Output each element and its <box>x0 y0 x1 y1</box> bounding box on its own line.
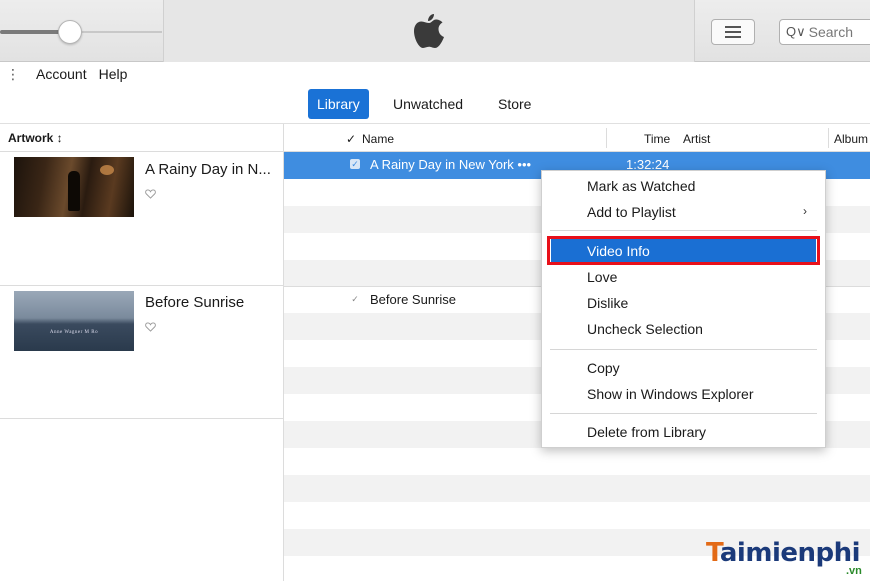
header-name[interactable]: Name <box>362 132 394 146</box>
column-divider[interactable] <box>828 128 829 148</box>
table-row[interactable] <box>284 502 870 529</box>
menu-item-label: Add to Playlist <box>587 204 676 220</box>
menu-item-label: Dislike <box>587 295 629 311</box>
love-heart-icon[interactable] <box>145 189 156 199</box>
row-checkbox[interactable]: ✓ <box>350 159 360 169</box>
watermark-initial: T <box>706 538 720 568</box>
artwork-title: Before Sunrise <box>145 294 245 311</box>
volume-slider-track[interactable] <box>0 30 62 34</box>
menu-item-add-to-playlist[interactable]: Add to Playlist › <box>542 199 825 225</box>
menu-item-show-in-explorer[interactable]: Show in Windows Explorer <box>542 381 825 407</box>
chevron-right-icon: › <box>803 204 807 218</box>
nav-bar: Library Unwatched Store <box>0 86 870 124</box>
watermark-logo: Taimienphi <box>706 538 861 568</box>
header-album[interactable]: Album <box>834 132 868 146</box>
search-field[interactable]: Q∨ Search <box>779 19 870 45</box>
poster-lamp <box>100 165 114 175</box>
tab-unwatched[interactable]: Unwatched <box>384 89 472 119</box>
list-icon <box>725 26 741 38</box>
menu-item-label: Show in Windows Explorer <box>587 386 754 402</box>
artwork-item[interactable]: Anne Wagner M Ro Before Sunrise <box>0 286 284 419</box>
artwork-item[interactable]: A Rainy Day in N... <box>0 153 284 286</box>
menu-item-label: Copy <box>587 360 620 376</box>
menu-item-dislike[interactable]: Dislike <box>542 290 825 316</box>
menu-item-label: Mark as Watched <box>587 178 696 194</box>
header-artist[interactable]: Artist <box>683 132 710 146</box>
poster-caption: Anne Wagner M Ro <box>49 330 99 335</box>
watermark-domain: .vn <box>846 565 862 577</box>
table-row[interactable] <box>284 475 870 502</box>
lcd-display <box>163 0 695 62</box>
poster-figure <box>68 171 80 211</box>
artwork-header[interactable]: Artwork ↕ <box>0 124 283 152</box>
header-time[interactable]: Time <box>644 132 670 146</box>
artwork-column: Artwork ↕ A Rainy Day in N... Anne Wagne… <box>0 124 284 581</box>
track-name: A Rainy Day in New York ••• <box>370 157 532 172</box>
menu-bar: ⋮ Account Help <box>0 62 870 86</box>
apple-logo-icon <box>414 14 444 48</box>
row-checkbox[interactable]: ✓ <box>350 294 360 304</box>
movie-poster-thumbnail[interactable]: Anne Wagner M Ro <box>14 291 134 351</box>
list-view-button[interactable] <box>711 19 755 45</box>
menu-item-label: Uncheck Selection <box>587 321 703 337</box>
table-row[interactable] <box>284 448 870 475</box>
track-name: Before Sunrise <box>370 292 456 307</box>
menu-separator <box>550 413 817 414</box>
volume-slider-knob[interactable] <box>58 20 82 44</box>
highlight-annotation-box <box>547 236 820 265</box>
search-placeholder: Search <box>808 24 853 40</box>
menu-item-delete-from-library[interactable]: Delete from Library <box>542 419 825 445</box>
menu-help[interactable]: Help <box>99 66 128 82</box>
menu-separator <box>550 230 817 231</box>
toolbar: Q∨ Search <box>0 0 870 62</box>
menu-separator <box>550 349 817 350</box>
love-heart-icon[interactable] <box>145 322 156 332</box>
movie-poster-thumbnail[interactable] <box>14 157 134 217</box>
list-header: ✓ Name Time Artist Album <box>284 124 870 152</box>
menu-account[interactable]: Account <box>36 66 87 82</box>
tab-library[interactable]: Library <box>308 89 369 119</box>
column-divider[interactable] <box>606 128 607 148</box>
menu-item-label: Love <box>587 269 618 285</box>
tab-store[interactable]: Store <box>489 89 540 119</box>
menu-overflow-icon[interactable]: ⋮ <box>6 66 20 83</box>
menu-item-copy[interactable]: Copy <box>542 355 825 381</box>
search-icon: Q∨ <box>786 24 806 39</box>
menu-item-love[interactable]: Love <box>542 264 825 290</box>
context-menu: Mark as Watched Add to Playlist › Video … <box>541 170 826 448</box>
menu-item-label: Delete from Library <box>587 424 707 440</box>
header-check[interactable]: ✓ <box>346 132 356 146</box>
watermark-text: aimienphi <box>719 538 861 568</box>
artwork-title: A Rainy Day in N... <box>145 161 271 178</box>
menu-item-mark-as-watched[interactable]: Mark as Watched <box>542 173 825 199</box>
menu-item-uncheck-selection[interactable]: Uncheck Selection <box>542 316 825 342</box>
